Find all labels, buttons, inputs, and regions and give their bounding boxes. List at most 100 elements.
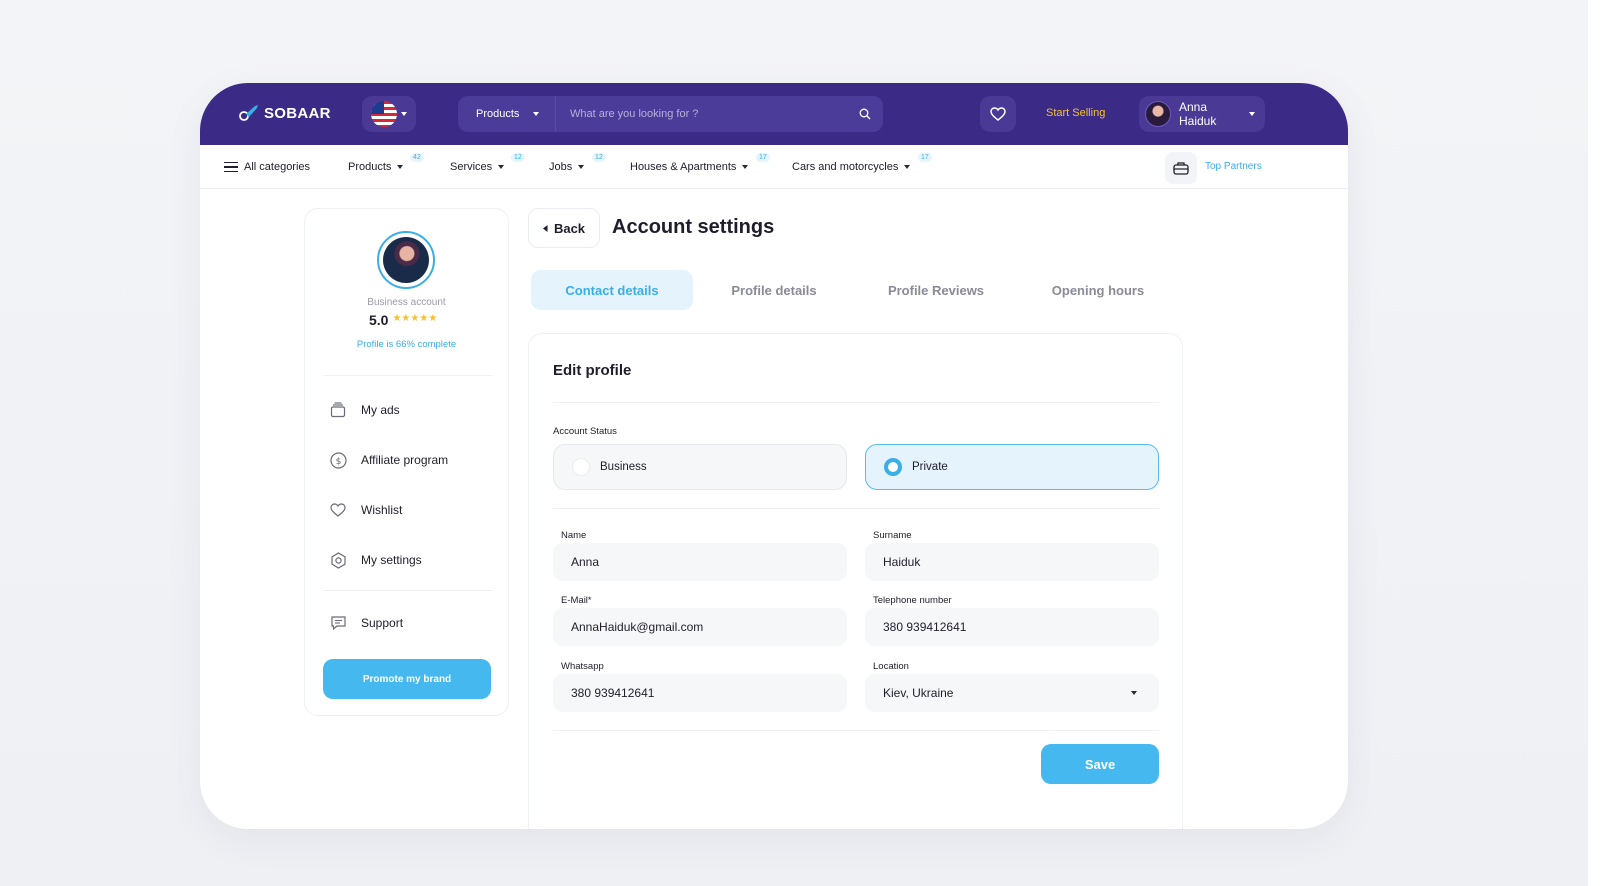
category-bar: All categories Products 42 Services 12 J… [200,145,1348,189]
radio-button [572,458,590,476]
chevron-down-icon [1249,112,1255,116]
avatar [383,237,429,283]
email-field[interactable]: AnnaHaiduk@gmail.com [553,608,847,646]
radio-button-selected [884,458,902,476]
chevron-down-icon [397,165,404,169]
divider [553,402,1159,403]
settings-icon [329,551,347,569]
divider [553,730,1159,731]
sidebar-item-label: My settings [361,553,422,567]
sidebar-item-label: Affiliate program [361,453,449,467]
location-select[interactable]: Kiev, Ukraine [865,674,1159,712]
promote-brand-button[interactable]: Promote my brand [323,659,491,699]
count-badge: 12 [511,153,525,162]
field-value: 380 939412641 [571,686,655,700]
search-category-dropdown[interactable]: Products [458,96,556,132]
category-label: Houses & Apartments [630,161,737,173]
us-flag-icon [371,101,397,127]
menu-icon [224,161,238,173]
category-cars-motorcycles[interactable]: Cars and motorcycles 17 [792,153,932,173]
field-value: Haiduk [883,555,921,569]
profile-completion-link[interactable]: Profile is 66% complete [305,339,508,350]
account-type-label: Business account [367,297,446,308]
tab-profile-details[interactable]: Profile details [693,270,855,310]
surname-label: Surname [873,530,912,541]
save-button[interactable]: Save [1041,744,1159,784]
status-option-private[interactable]: Private [865,444,1159,490]
divider [553,508,1159,509]
status-option-business[interactable]: Business [553,444,847,490]
search-input[interactable] [556,108,847,120]
rating: 5.0 ★★★★★ [369,312,437,328]
chevron-down-icon [578,165,585,169]
divider [323,590,493,591]
name-field[interactable]: Anna [553,543,847,581]
sidebar-item-my-ads[interactable]: My ads [329,401,400,419]
sidebar-item-label: My ads [361,403,400,417]
field-value: 380 939412641 [883,620,967,634]
start-selling-link[interactable]: Start Selling [1046,107,1105,119]
phone-field[interactable]: 380 939412641 [865,608,1159,646]
search-icon[interactable] [847,108,883,120]
category-products[interactable]: Products 42 [348,153,424,173]
search-bar: Products [458,96,883,132]
profile-avatar[interactable] [377,231,435,289]
page-right-margin [1588,0,1622,886]
rating-value: 5.0 [369,312,389,328]
option-label: Business [600,461,647,473]
whatsapp-field[interactable]: 380 939412641 [553,674,847,712]
name-label: Name [561,530,587,541]
back-label: Back [553,220,586,236]
brand-name: SOBAAR [264,104,331,122]
whatsapp-label: Whatsapp [561,661,604,672]
form-title: Edit profile [553,362,632,379]
chat-icon [329,614,347,632]
option-label: Private [912,461,948,473]
chevron-down-icon [904,165,911,169]
dollar-icon: $ [329,451,347,469]
chevron-left-icon [542,224,548,232]
back-button[interactable]: Back [528,208,600,248]
count-badge: 12 [592,153,606,162]
category-jobs[interactable]: Jobs 12 [549,153,606,173]
surname-field[interactable]: Haiduk [865,543,1159,581]
settings-tabs: Contact details Profile details Profile … [531,270,1179,310]
wishlist-button[interactable] [980,96,1016,132]
search-category-label: Products [476,108,520,120]
language-selector[interactable] [362,96,416,132]
briefcase-icon[interactable] [1165,152,1197,184]
sidebar-item-wishlist[interactable]: Wishlist [329,501,402,519]
chevron-down-icon [498,165,505,169]
category-label: Products [348,161,392,173]
ads-icon [329,401,347,419]
tab-opening-hours[interactable]: Opening hours [1017,270,1179,310]
email-label: E-Mail* [561,595,592,606]
category-services[interactable]: Services 12 [450,153,525,173]
sidebar-item-my-settings[interactable]: My settings [329,551,422,569]
sidebar-item-affiliate-program[interactable]: $ Affiliate program [329,451,448,469]
sidebar-item-label: Support [361,616,404,630]
svg-text:$: $ [335,457,341,467]
brand-logo[interactable]: SOBAAR [238,103,331,123]
chevron-down-icon [401,112,407,116]
heart-icon [329,501,347,519]
count-badge: 17 [756,153,770,162]
top-partners-link[interactable]: Top Partners [1205,161,1262,172]
heart-icon [990,107,1006,121]
star-icons: ★★★★★ [392,312,438,324]
tab-profile-reviews[interactable]: Profile Reviews [855,270,1017,310]
sidebar-item-support[interactable]: Support [329,614,403,632]
category-houses-apartments[interactable]: Houses & Apartments 17 [630,153,770,173]
divider [323,375,493,376]
tab-contact-details[interactable]: Contact details [531,270,693,310]
all-categories-label: All categories [244,161,311,173]
location-label: Location [873,661,909,672]
category-label: Cars and motorcycles [792,161,899,173]
all-categories-button[interactable]: All categories [224,161,310,173]
rocket-logo-icon [239,105,258,121]
user-name: Anna Haiduk [1179,100,1217,128]
account-status-label: Account Status [553,426,617,437]
top-navigation-bar: SOBAAR Products Start Selling Anna Haidu… [200,83,1348,145]
user-menu-button[interactable]: Anna Haiduk [1139,96,1265,132]
page-title: Account settings [612,216,775,238]
